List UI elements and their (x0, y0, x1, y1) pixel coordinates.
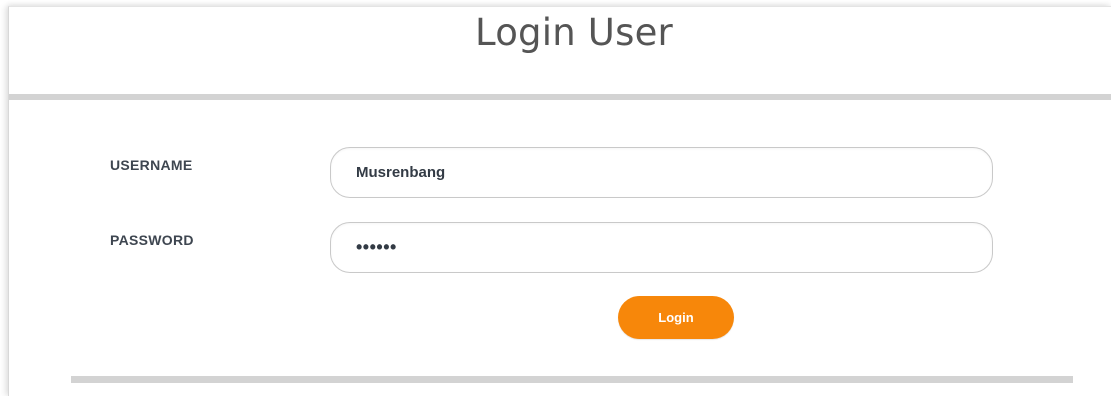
panel-header: Login User (9, 7, 1111, 95)
username-row: USERNAME Musrenbang (9, 147, 1111, 199)
password-input[interactable]: •••••• (330, 222, 993, 273)
footer-divider (71, 376, 1073, 383)
header-divider (9, 94, 1111, 100)
username-input[interactable]: Musrenbang (330, 147, 993, 198)
login-panel: Login User USERNAME Musrenbang PASSWORD … (8, 6, 1111, 396)
page-title: Login User (475, 11, 673, 54)
password-label: PASSWORD (110, 232, 194, 248)
login-button[interactable]: Login (618, 296, 734, 339)
username-label: USERNAME (110, 157, 193, 173)
password-row: PASSWORD •••••• (9, 222, 1111, 274)
